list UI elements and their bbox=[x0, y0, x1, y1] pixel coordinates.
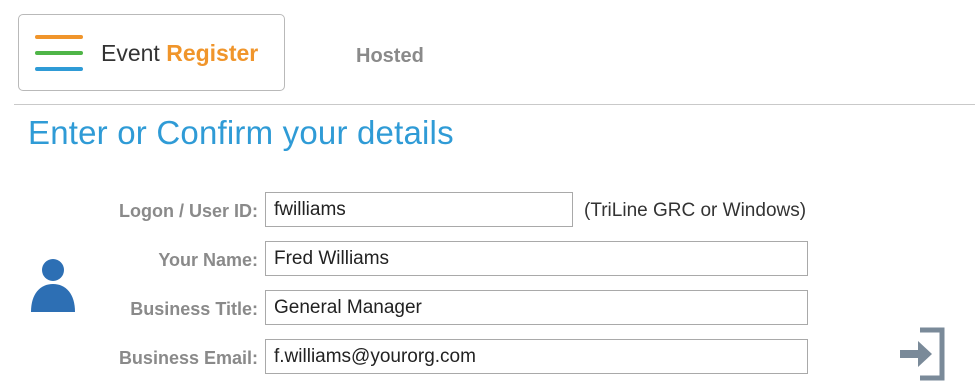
arrow-right-into-box-icon bbox=[900, 327, 945, 381]
next-button[interactable] bbox=[896, 326, 946, 382]
business-email-input[interactable] bbox=[265, 339, 808, 374]
logo-word-event: Event bbox=[101, 40, 160, 66]
logon-input[interactable] bbox=[265, 192, 573, 227]
logo[interactable]: Event Register bbox=[18, 14, 285, 91]
hamburger-icon bbox=[35, 35, 83, 73]
logon-label: Logon / User ID: bbox=[119, 201, 258, 221]
header-divider bbox=[14, 104, 975, 105]
page-title: Enter or Confirm your details bbox=[28, 114, 454, 151]
name-input[interactable] bbox=[265, 241, 808, 276]
business-title-label: Business Title: bbox=[130, 299, 258, 319]
logo-word-register: Register bbox=[166, 40, 259, 66]
tab-hosted[interactable]: Hosted bbox=[356, 45, 424, 68]
business-title-input[interactable] bbox=[265, 290, 808, 325]
name-label: Your Name: bbox=[158, 250, 258, 270]
logon-hint: (TriLine GRC or Windows) bbox=[584, 200, 807, 221]
logo-text: Event Register bbox=[101, 40, 258, 67]
business-email-label: Business Email: bbox=[118, 348, 258, 368]
